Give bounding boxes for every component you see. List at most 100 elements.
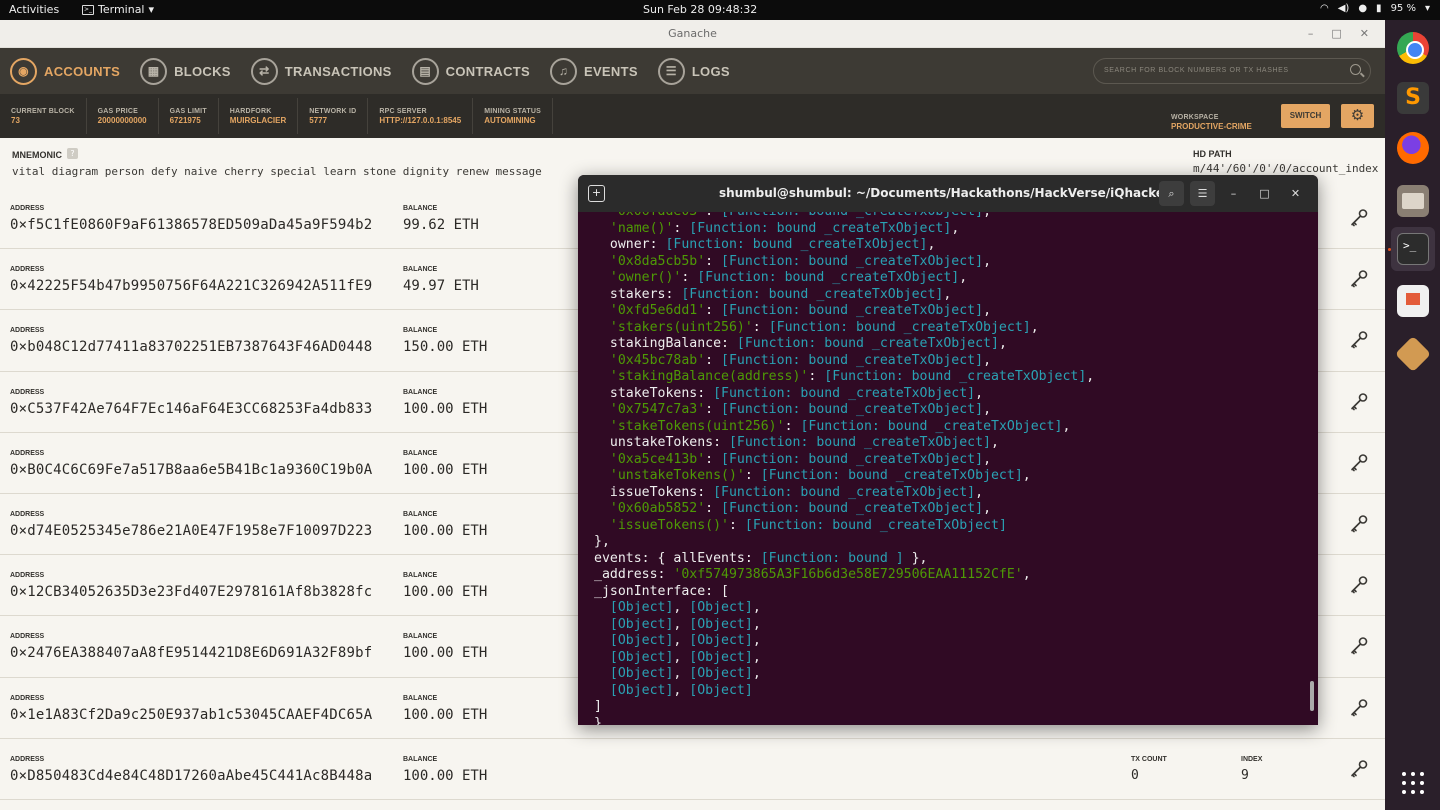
microphone-icon: ●	[1358, 3, 1368, 14]
nav-transactions[interactable]: ⇄ TRANSACTIONS	[250, 57, 392, 85]
terminal-text: ,	[951, 220, 960, 236]
ganache-app-icon[interactable]	[1394, 335, 1432, 373]
nav-events[interactable]: ♫ EVENTS	[549, 57, 638, 85]
key-icon[interactable]	[1349, 208, 1369, 228]
key-icon[interactable]	[1349, 575, 1369, 595]
key-icon[interactable]	[1349, 636, 1369, 656]
account-address: 0×D850483Cd4e84C48D17260aAbe45C441Ac8B44…	[10, 767, 373, 784]
status-label: NETWORK ID	[309, 107, 357, 115]
terminal-text: }	[594, 715, 602, 726]
terminal-text: [Function: bound _createTxObject]	[697, 270, 960, 285]
volume-icon: ◀)	[1337, 3, 1350, 14]
terminal-line: [Object], [Object],	[594, 617, 1094, 634]
address-label: ADDRESS	[10, 510, 45, 518]
terminal-line: }	[594, 716, 1094, 726]
account-balance: 99.62 ETH	[403, 217, 479, 233]
terminal-text: [Object]	[689, 682, 753, 698]
status-mining: MINING STATUS AUTOMINING	[473, 98, 553, 134]
key-icon[interactable]	[1349, 269, 1369, 289]
chrome-icon[interactable]	[1397, 32, 1429, 64]
firefox-icon[interactable]	[1397, 132, 1429, 164]
nav-contracts[interactable]: ▤ CONTRACTS	[411, 57, 530, 85]
key-icon[interactable]	[1349, 514, 1369, 534]
activities-button[interactable]: Activities	[9, 3, 59, 16]
terminal-line: '0xa5ce413b': [Function: bound _createTx…	[594, 452, 1094, 469]
nav-logs[interactable]: ☰ LOGS	[657, 57, 730, 85]
search-placeholder: SEARCH FOR BLOCK NUMBERS OR TX HASHES	[1104, 67, 1289, 74]
terminal-text: stakeTokens:	[594, 385, 714, 401]
app-menu[interactable]: >_ Terminal ▾	[82, 3, 154, 16]
key-icon[interactable]	[1349, 453, 1369, 473]
search-icon[interactable]: ⌕	[1159, 181, 1184, 206]
terminal-text: :	[673, 220, 690, 236]
status-label: HARDFORK	[229, 107, 272, 115]
status-label: GAS PRICE	[97, 107, 138, 115]
terminal-text: stakingBalance:	[594, 336, 737, 351]
transfer-icon: ⇄	[250, 57, 278, 85]
scrollbar[interactable]	[1310, 681, 1314, 711]
maximize-icon[interactable]: □	[1252, 181, 1277, 206]
status-value: AUTOMINING	[484, 115, 536, 125]
minimize-icon[interactable]: –	[1221, 181, 1246, 206]
system-tray[interactable]: ◠ ◀) ● ▮ 95 % ▾	[1320, 3, 1430, 14]
terminal-text: [Function: bound _createTxObject]	[800, 418, 1063, 434]
blocks-icon: ▦	[140, 57, 168, 85]
status-rpc-server: RPC SERVER HTTP://127.0.0.1:8545	[368, 98, 474, 134]
system-top-bar: Activities >_ Terminal ▾ Sun Feb 28 09:4…	[0, 0, 1440, 20]
app-menu-label: Terminal	[98, 3, 145, 16]
balance-label: BALANCE	[403, 327, 438, 335]
switch-button[interactable]: SWITCH	[1281, 104, 1330, 128]
key-icon[interactable]	[1349, 330, 1369, 350]
maximize-icon[interactable]: □	[1331, 20, 1341, 48]
terminal-text: :	[744, 468, 761, 483]
files-icon[interactable]	[1397, 185, 1429, 217]
terminal-text: ,	[983, 352, 992, 368]
address-label: ADDRESS	[10, 205, 45, 212]
minimize-icon[interactable]: –	[1308, 20, 1314, 48]
terminal-line: 'unstakeTokens()': [Function: bound _cre…	[594, 468, 1094, 485]
show-applications-icon[interactable]	[1402, 772, 1424, 794]
key-icon[interactable]	[1349, 698, 1369, 718]
account-row[interactable]: ADDRESS 0×D850483Cd4e84C48D17260aAbe45C44…	[0, 738, 1385, 800]
nav-contracts-label: CONTRACTS	[445, 63, 530, 79]
account-address: 0×C537F42Ae764F7Ec146aF64E3CC68253Fa4db8…	[10, 400, 373, 417]
new-tab-icon[interactable]: +	[588, 185, 605, 202]
terminal-text: ,	[959, 270, 968, 285]
nav-blocks[interactable]: ▦ BLOCKS	[140, 57, 231, 85]
running-indicator	[1388, 248, 1391, 251]
terminal-icon[interactable]: >_	[1397, 233, 1429, 265]
document-viewer-icon[interactable]	[1397, 285, 1429, 317]
sublime-text-icon[interactable]: S	[1397, 82, 1429, 114]
terminal-text: ,	[1062, 418, 1071, 434]
close-icon[interactable]: ✕	[1360, 20, 1369, 48]
terminal-text: [Function: bound _createTxObject]	[721, 303, 984, 318]
terminal-text: '0xfd5e6dd1'	[594, 303, 706, 318]
window-title: Ganache	[668, 27, 717, 40]
bell-icon: ♫	[549, 57, 577, 85]
terminal-text: [Function: bound _createTxObject]	[824, 369, 1087, 384]
terminal-text: ,	[673, 666, 690, 681]
settings-button[interactable]: ⚙	[1341, 104, 1374, 128]
terminal-line: stakingBalance: [Function: bound _create…	[594, 336, 1094, 353]
terminal-window: + shumbul@shumbul: ~/Documents/Hackathon…	[578, 175, 1318, 725]
terminal-text: :	[705, 402, 722, 417]
search-input[interactable]: SEARCH FOR BLOCK NUMBERS OR TX HASHES	[1093, 58, 1371, 84]
clock[interactable]: Sun Feb 28 09:48:32	[643, 3, 757, 16]
balance-label: BALANCE	[403, 205, 438, 212]
close-icon[interactable]: ✕	[1283, 181, 1308, 206]
terminal-text: ,	[983, 212, 991, 219]
key-icon[interactable]	[1349, 392, 1369, 412]
terminal-text: ,	[752, 649, 761, 665]
account-address: 0×B0C4C6C69Fe7a517B8aa6e5B41Bc1a9360C19b…	[10, 461, 373, 478]
menu-icon[interactable]: ☰	[1190, 181, 1215, 206]
help-icon[interactable]: ?	[67, 148, 78, 159]
main-nav: ◉ ACCOUNTS ▦ BLOCKS ⇄ TRANSACTIONS ▤ CON…	[0, 48, 1385, 94]
terminal-text: [Function: bound _createTxObject]	[681, 286, 944, 302]
key-icon[interactable]	[1349, 759, 1369, 779]
terminal-output[interactable]: '0x06fdde03': [Function: bound _createTx…	[578, 212, 1318, 725]
chevron-down-icon: ▾	[1424, 3, 1430, 14]
nav-accounts[interactable]: ◉ ACCOUNTS	[10, 57, 120, 85]
terminal-text: 'unstakeTokens()'	[594, 468, 745, 483]
address-label: ADDRESS	[10, 266, 45, 274]
terminal-text: [Function: bound _createTxObject]	[721, 501, 984, 516]
